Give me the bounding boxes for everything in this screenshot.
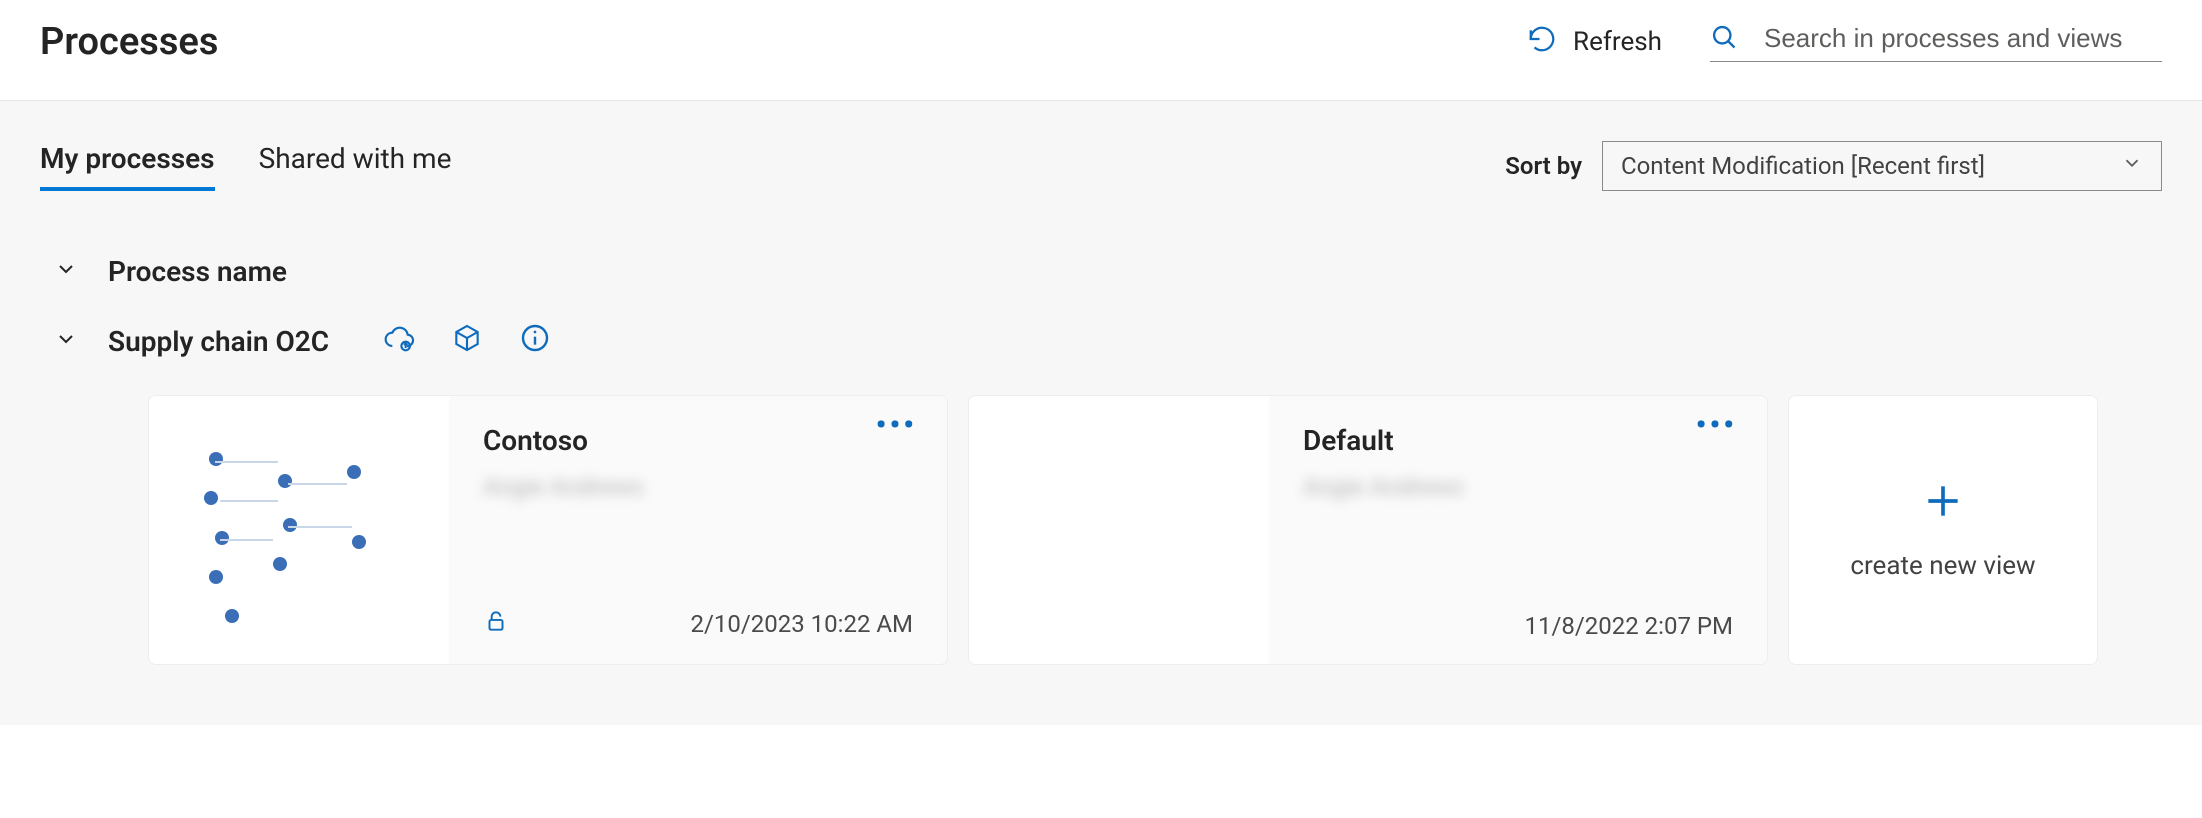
content-area: My processes Shared with me Sort by Cont… [0, 101, 2202, 725]
view-title: Default [1303, 424, 1733, 457]
column-process-name: Process name [108, 255, 287, 288]
view-card-body: ••• Contoso Angie Andrews 2/10/2023 10:2… [449, 396, 947, 664]
view-thumbnail [149, 396, 449, 664]
card-more-menu[interactable]: ••• [876, 422, 917, 430]
create-new-view-card[interactable]: create new view [1788, 395, 2098, 665]
view-owner: Angie Andrews [1303, 473, 1733, 501]
tabs: My processes Shared with me [40, 142, 451, 191]
search-icon [1710, 23, 1738, 55]
refresh-button[interactable]: Refresh [1527, 24, 1662, 61]
card-more-menu[interactable]: ••• [1696, 422, 1737, 430]
view-card-footer: 11/8/2022 2:07 PM [1303, 612, 1733, 640]
package-icon[interactable] [451, 322, 483, 361]
view-card-footer: 2/10/2023 10:22 AM [483, 608, 913, 640]
view-title: Contoso [483, 424, 913, 457]
sort-dropdown[interactable]: Content Modification [Recent first] [1602, 141, 2162, 191]
info-icon[interactable] [519, 322, 551, 361]
refresh-label: Refresh [1573, 27, 1662, 57]
lock-icon [483, 608, 509, 640]
view-timestamp: 11/8/2022 2:07 PM [1525, 612, 1734, 640]
plus-icon [1921, 479, 1965, 527]
view-thumbnail [969, 396, 1269, 664]
tabs-row: My processes Shared with me Sort by Cont… [40, 141, 2162, 191]
view-card[interactable]: ••• Default Angie Andrews 11/8/2022 2:07… [968, 395, 1768, 665]
header-actions: Refresh [1527, 22, 2162, 62]
refresh-icon [1527, 24, 1557, 61]
cloud-upload-icon[interactable] [383, 322, 415, 361]
search-box[interactable] [1710, 22, 2162, 62]
process-action-icons [383, 322, 551, 361]
header-bar: Processes Refresh [0, 0, 2202, 101]
chevron-down-icon [2121, 152, 2143, 180]
create-new-view-label: create new view [1850, 551, 2035, 581]
sort-selected-value: Content Modification [Recent first] [1621, 152, 1985, 180]
sort-by-label: Sort by [1505, 152, 1582, 180]
process-row: Supply chain O2C [54, 322, 2162, 361]
sort-control: Sort by Content Modification [Recent fir… [1505, 141, 2162, 191]
tab-my-processes[interactable]: My processes [40, 142, 215, 191]
search-input[interactable] [1762, 22, 2162, 55]
view-owner: Angie Andrews [483, 473, 913, 501]
collapse-all-toggle[interactable] [54, 255, 78, 288]
column-header-row: Process name [54, 255, 2162, 288]
collapse-group-toggle[interactable] [54, 325, 78, 358]
page-title: Processes [40, 20, 218, 64]
view-card[interactable]: ••• Contoso Angie Andrews 2/10/2023 10:2… [148, 395, 948, 665]
view-cards: ••• Contoso Angie Andrews 2/10/2023 10:2… [148, 395, 2162, 665]
view-timestamp: 2/10/2023 10:22 AM [690, 610, 913, 638]
process-name[interactable]: Supply chain O2C [108, 325, 329, 358]
tab-shared-with-me[interactable]: Shared with me [259, 142, 452, 191]
view-card-body: ••• Default Angie Andrews 11/8/2022 2:07… [1269, 396, 1767, 664]
